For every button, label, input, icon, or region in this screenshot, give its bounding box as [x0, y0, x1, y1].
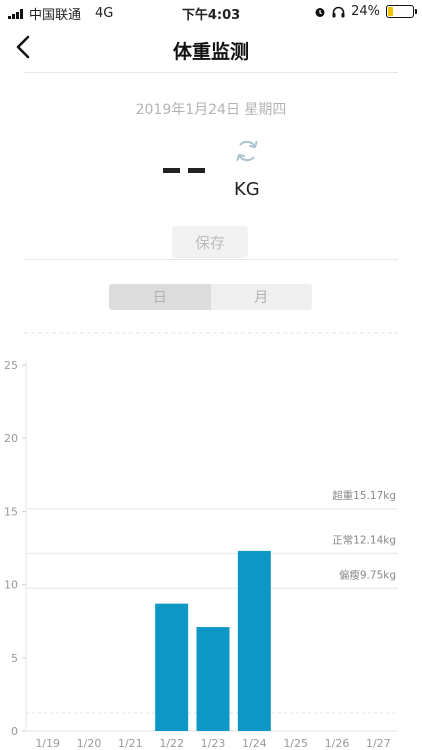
reference-label: 偏瘦9.75kg: [339, 568, 396, 581]
record-date: 2019年1月24日 星期四: [135, 102, 287, 118]
weight-chart: 0 5 10 15 20 25 超重15.17kg 正常12.14kg 偏瘦9.75kg 1/19…: [4, 332, 398, 750]
y-tick-label: 10: [4, 579, 18, 592]
weight-value-placeholder: [163, 168, 205, 173]
reference-label: 正常12.14kg: [332, 533, 396, 546]
tab-day[interactable]: 日: [109, 284, 211, 310]
tab-month[interactable]: 月: [210, 284, 312, 310]
x-tick-label: 1/23: [201, 737, 226, 750]
y-tick-label: 5: [11, 652, 18, 665]
bar: [155, 603, 189, 731]
x-tick-label: 1/26: [325, 737, 350, 750]
battery-icon: [386, 5, 417, 18]
save-button[interactable]: 保存: [172, 226, 248, 258]
status-bar: 中国联通 4G 下午4:03 24%: [0, 0, 422, 24]
weight-unit: KG: [234, 179, 260, 200]
x-tick-label: 1/24: [242, 737, 267, 750]
battery-percent: 24%: [351, 4, 380, 19]
bar: [196, 627, 230, 731]
y-tick-label: 0: [11, 725, 18, 738]
y-tick-label: 15: [4, 505, 18, 518]
bar: [237, 550, 271, 731]
x-tick-label: 1/19: [35, 737, 60, 750]
x-tick-label: 1/25: [283, 737, 308, 750]
nav-bar: 体重监测: [0, 24, 422, 72]
alarm-icon: [315, 7, 325, 17]
section-divider: [24, 259, 398, 260]
refresh-icon[interactable]: [232, 136, 262, 166]
x-tick-label: 1/21: [118, 737, 143, 750]
header-divider: [24, 72, 398, 73]
x-tick-label: 1/20: [77, 737, 102, 750]
page-title: 体重监测: [172, 41, 249, 63]
x-tick-label: 1/22: [159, 737, 184, 750]
headphones-icon: [332, 6, 345, 17]
x-tick-label: 1/27: [366, 737, 391, 750]
y-tick-label: 20: [4, 432, 18, 445]
status-right: 24%: [314, 4, 417, 19]
y-tick-label: 25: [4, 359, 18, 372]
reference-label: 超重15.17kg: [332, 489, 396, 502]
period-tabs: 日 月: [109, 284, 312, 310]
